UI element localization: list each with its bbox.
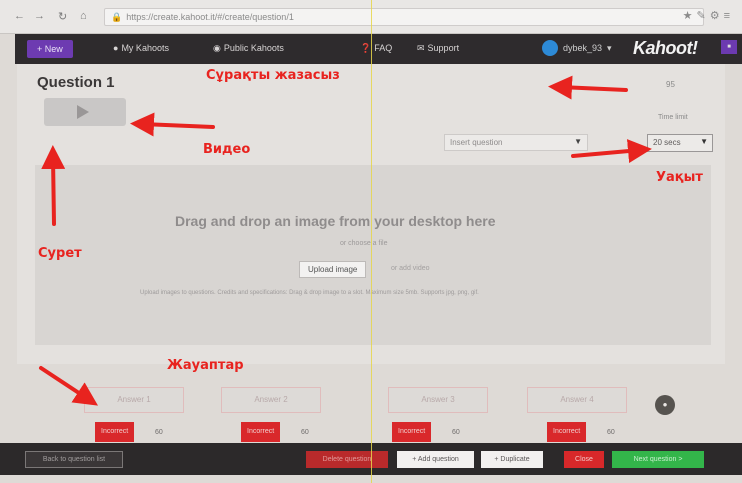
screenshot-frame: ← → ↻ ⌂ 🔒 https://create.kahoot.it/#/crea… bbox=[0, 0, 742, 483]
annotation-image: Сурет bbox=[38, 246, 82, 261]
lock-icon: 🔒 bbox=[111, 12, 123, 22]
correct-toggle-1[interactable]: Incorrect bbox=[95, 422, 135, 442]
answer-input-4[interactable]: Answer 4 bbox=[527, 387, 627, 413]
answer-input-1[interactable]: Answer 1 bbox=[84, 387, 184, 413]
reload-icon[interactable]: ↻ bbox=[58, 10, 67, 23]
video-thumbnail[interactable] bbox=[44, 98, 126, 126]
dropzone-help-text: Upload images to questions. Credits and … bbox=[140, 290, 479, 296]
help-icon: ❓ bbox=[360, 43, 372, 53]
kahoot-app-bar: + New ● My Kahoots ◉ Public Kahoots ❓ FAQ ✉… bbox=[15, 34, 742, 64]
duplicate-button[interactable]: + Duplicate bbox=[481, 451, 543, 468]
annotation-time: Уақыт bbox=[656, 170, 703, 185]
nav-label: My Kahoots bbox=[121, 43, 169, 53]
question-input[interactable]: Insert question ▼ bbox=[444, 134, 588, 151]
chevron-down-icon: ▼ bbox=[574, 137, 582, 146]
image-dropzone[interactable] bbox=[35, 165, 711, 345]
annotation-video: Видео bbox=[203, 142, 251, 157]
nav-public-kahoots[interactable]: ◉ Public Kahoots bbox=[213, 43, 284, 54]
nav-my-kahoots[interactable]: ● My Kahoots bbox=[113, 43, 169, 53]
avatar bbox=[542, 40, 558, 56]
new-kahoot-button[interactable]: + New bbox=[27, 40, 73, 58]
answer-counter-3: 60 bbox=[452, 429, 460, 436]
nav-label: Public Kahoots bbox=[223, 43, 284, 53]
dropzone-or-text: or choose a file bbox=[340, 240, 388, 247]
home-icon[interactable]: ⌂ bbox=[80, 10, 87, 22]
upload-image-button[interactable]: Upload image bbox=[299, 261, 367, 278]
chevron-down-icon: ▼ bbox=[700, 137, 708, 146]
address-bar[interactable]: 🔒 https://create.kahoot.it/#/create/quest… bbox=[104, 8, 704, 26]
nav-label: FAQ bbox=[374, 43, 393, 53]
url-text: https://create.kahoot.it/#/create/questi… bbox=[126, 12, 294, 22]
answer-counter-2: 60 bbox=[301, 429, 309, 436]
answer-counter-4: 60 bbox=[607, 429, 615, 436]
back-to-list-button[interactable]: Back to question list bbox=[25, 451, 123, 468]
answer-input-3[interactable]: Answer 3 bbox=[388, 387, 488, 413]
username: dybek_93 bbox=[563, 43, 603, 53]
answer-counter-1: 60 bbox=[155, 429, 163, 436]
chevron-down-icon: ▾ bbox=[607, 42, 612, 53]
back-icon[interactable]: ← bbox=[14, 10, 25, 22]
add-answer-icon[interactable]: • bbox=[655, 395, 675, 415]
nav-support[interactable]: ✉ Support bbox=[417, 43, 459, 54]
time-limit-value: 20 secs bbox=[653, 138, 681, 147]
user-icon: ● bbox=[113, 43, 119, 53]
user-menu[interactable]: dybek_93 ▾ bbox=[542, 40, 612, 56]
guide-line bbox=[371, 0, 372, 483]
kahoot-logo: Kahoot! bbox=[633, 38, 698, 58]
browser-menu-icons[interactable]: ★✎⚙≡ bbox=[683, 9, 734, 22]
correct-toggle-2[interactable]: Incorrect bbox=[241, 422, 281, 442]
annotation-answers: Жауаптар bbox=[167, 358, 244, 373]
time-limit-label: Time limit bbox=[658, 114, 688, 121]
time-limit-select[interactable]: 20 secs ▼ bbox=[647, 134, 713, 152]
beta-badge-icon: ■ bbox=[721, 40, 737, 54]
correct-toggle-4[interactable]: Incorrect bbox=[547, 422, 587, 442]
nav-faq[interactable]: ❓ FAQ bbox=[360, 43, 392, 54]
add-video-link[interactable]: or add video bbox=[391, 265, 430, 272]
close-button[interactable]: Close bbox=[564, 451, 604, 468]
play-icon bbox=[77, 105, 89, 119]
next-question-button[interactable]: Next question > bbox=[612, 451, 704, 468]
arrow-answers bbox=[39, 366, 99, 406]
question-title[interactable]: Question 1 bbox=[37, 74, 115, 91]
answer-input-2[interactable]: Answer 2 bbox=[221, 387, 321, 413]
annotation-question-line: Сұрақты жазасыз bbox=[206, 68, 340, 83]
nav-label: Support bbox=[427, 43, 460, 53]
question-placeholder: Insert question bbox=[450, 138, 503, 147]
add-question-button[interactable]: + Add question bbox=[397, 451, 474, 468]
delete-question-button[interactable]: Delete question bbox=[306, 451, 388, 468]
globe-icon: ◉ bbox=[213, 43, 221, 53]
dropzone-title: Drag and drop an image from your desktop… bbox=[175, 213, 496, 229]
correct-toggle-3[interactable]: Incorrect bbox=[392, 422, 432, 442]
chat-icon: ✉ bbox=[417, 43, 425, 53]
forward-icon[interactable]: → bbox=[34, 10, 45, 22]
character-counter: 95 bbox=[666, 80, 675, 89]
